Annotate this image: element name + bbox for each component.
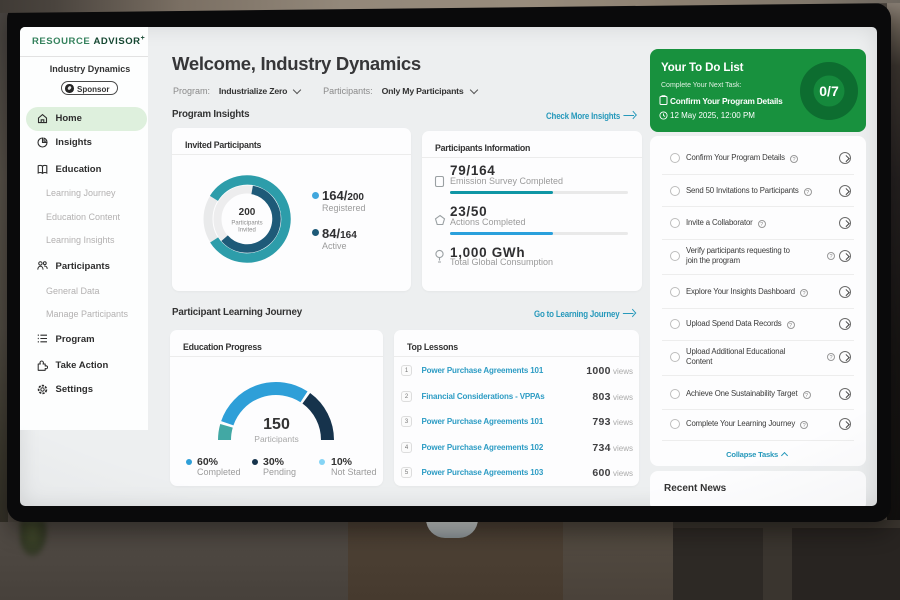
svg-text:Participants: Participants xyxy=(231,221,262,227)
svg-text:0/7: 0/7 xyxy=(819,83,839,99)
svg-text:200: 200 xyxy=(239,207,256,218)
svg-text:Invited: Invited xyxy=(238,228,256,234)
